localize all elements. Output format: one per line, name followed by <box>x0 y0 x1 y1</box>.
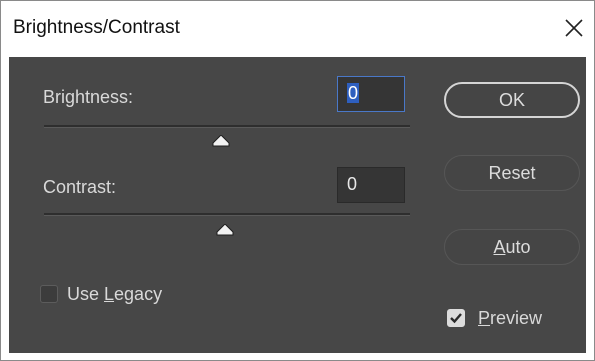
ok-button[interactable]: OK <box>444 82 580 118</box>
brightness-contrast-dialog: Brightness/Contrast Brightness: 0 Contra… <box>0 0 595 361</box>
contrast-label: Contrast: <box>43 177 117 197</box>
auto-button[interactable]: Auto <box>444 229 580 265</box>
preview-label[interactable]: Preview <box>478 308 542 329</box>
contrast-value: 0 <box>347 174 358 194</box>
use-legacy-checkbox[interactable] <box>40 285 58 303</box>
contrast-input[interactable]: 0 <box>337 167 405 203</box>
close-button[interactable] <box>554 8 594 48</box>
contrast-slider-track[interactable] <box>44 213 410 216</box>
slider-thumb-icon <box>212 135 230 147</box>
close-icon <box>565 19 583 37</box>
brightness-value: 0 <box>347 83 360 103</box>
slider-thumb-icon <box>216 224 234 236</box>
dialog-title: Brightness/Contrast <box>13 17 180 38</box>
brightness-label: Brightness: <box>43 87 134 107</box>
use-legacy-label[interactable]: Use Legacy <box>67 284 162 305</box>
checkmark-icon <box>450 313 462 324</box>
brightness-slider-track[interactable] <box>44 125 410 128</box>
title-bar: Brightness/Contrast <box>1 1 594 57</box>
reset-button[interactable]: Reset <box>444 155 580 191</box>
preview-checkbox[interactable] <box>447 309 465 327</box>
dialog-body: Brightness: 0 Contrast: 0 Use Legacy OK … <box>9 57 586 353</box>
brightness-input[interactable]: 0 <box>337 76 405 112</box>
